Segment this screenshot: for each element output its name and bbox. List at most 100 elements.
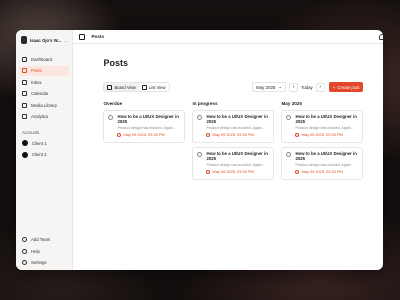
sidebar-item-label: Settings <box>31 260 47 266</box>
post-date: May 09 2025, 03:30 PM <box>206 169 269 174</box>
create-post-button[interactable]: + Create post <box>328 82 364 92</box>
checkbox-icon[interactable] <box>197 115 203 120</box>
gear-icon <box>22 260 27 266</box>
sidebar-item-calendar[interactable]: Calendar <box>19 89 69 100</box>
sidebar: Isaac Ojo's W... ⌄ Dashboard Posts Inbox… <box>16 30 74 270</box>
app-window: Isaac Ojo's W... ⌄ Dashboard Posts Inbox… <box>16 30 383 270</box>
sidebar-item-posts[interactable]: Posts <box>19 65 70 76</box>
post-card[interactable]: How to be a UI/UX Designer in 2025 Produ… <box>281 110 364 143</box>
post-date: May 09 2025, 03:30 PM <box>117 132 180 137</box>
post-description: Product design has evolved. Again... <box>117 126 176 131</box>
sidebar-item-label: Dashboard <box>31 56 53 62</box>
board-view-button[interactable]: Board View <box>104 83 139 91</box>
board-icon <box>107 84 113 90</box>
post-date: May 09 2025, 03:30 PM <box>295 169 358 174</box>
accounts-heading: Accounts <box>22 130 40 135</box>
post-description: Product design has evolved. Again... <box>206 126 265 131</box>
sidebar-item-label: Media Library <box>31 102 58 108</box>
sidebar-item-media-library[interactable]: Media Library <box>19 100 69 111</box>
sidebar-item-settings[interactable]: Settings <box>19 258 69 269</box>
sidebar-item-analytics[interactable]: Analytics <box>19 112 69 123</box>
sidebar-item-dashboard[interactable]: Dashboard <box>19 54 69 65</box>
image-icon <box>22 102 27 108</box>
workspace-name: Isaac Ojo's W... <box>30 37 62 43</box>
post-date-text: May 09 2025, 03:30 PM <box>123 132 165 138</box>
post-description: Product design has evolved. Again... <box>295 126 354 131</box>
post-title: How to be a UI/UX Designer in 2025 <box>206 151 268 162</box>
post-date: May 09 2025, 03:30 PM <box>295 132 358 137</box>
sidebar-nav: Dashboard Posts Inbox Calendar Media Lib… <box>19 54 70 123</box>
sidebar-item-label: Add Team <box>31 237 51 243</box>
list-icon <box>141 84 147 90</box>
checkbox-icon[interactable] <box>286 152 292 157</box>
post-card[interactable]: How to be a UI/UX Designer in 2025 Produ… <box>103 110 186 143</box>
create-post-label: Create post <box>337 84 360 90</box>
document-icon <box>22 68 27 74</box>
accounts-list: Client 1 Client 2 <box>19 138 69 160</box>
next-month-button[interactable]: › <box>315 82 325 92</box>
post-card[interactable]: How to be a UI/UX Designer in 2025 Produ… <box>281 147 364 180</box>
sidebar-item-help[interactable]: Help <box>19 246 69 257</box>
client-avatar-icon <box>22 151 28 158</box>
topbar: Posts <box>73 30 383 44</box>
grid-icon <box>22 56 27 62</box>
plus-icon <box>22 237 27 243</box>
sidebar-item-inbox[interactable]: Inbox <box>19 77 69 88</box>
workspace-switcher[interactable]: Isaac Ojo's W... ⌄ <box>19 34 69 46</box>
column-overdue: Overdue How to be a UI/UX Designer in 20… <box>103 101 186 184</box>
month-select[interactable]: May 2025 ⌄ <box>252 82 287 92</box>
board-view-label: Board View <box>114 84 136 90</box>
view-switcher: Board View List View <box>103 82 170 92</box>
prev-month-button[interactable]: ‹ <box>289 82 299 92</box>
post-card[interactable]: How to be a UI/UX Designer in 2025 Produ… <box>192 147 275 180</box>
page-content: Posts Board View List View May 2025 ⌄ ‹ T… <box>73 44 383 184</box>
list-view-button[interactable]: List View <box>139 83 169 91</box>
post-description: Product design has evolved. Again... <box>206 163 265 168</box>
post-title: How to be a UI/UX Designer in 2025 <box>206 114 268 125</box>
checkbox-icon[interactable] <box>197 152 203 157</box>
sidebar-item-add-team[interactable]: Add Team <box>19 235 69 246</box>
calendar-icon <box>22 91 27 97</box>
bell-icon[interactable] <box>379 33 383 40</box>
post-card[interactable]: How to be a UI/UX Designer in 2025 Produ… <box>192 110 275 143</box>
clock-icon <box>295 132 300 137</box>
post-title: How to be a UI/UX Designer in 2025 <box>295 114 357 125</box>
today-button[interactable]: Today <box>301 85 313 90</box>
plus-icon: + <box>332 84 336 90</box>
clock-icon <box>295 169 300 174</box>
page-title: Posts <box>103 58 128 68</box>
inbox-icon <box>22 79 27 85</box>
checkbox-icon[interactable] <box>286 115 292 120</box>
checkbox-icon[interactable] <box>108 115 114 120</box>
sidebar-item-label: Client 2 <box>32 152 47 158</box>
post-description: Product design has evolved. Again... <box>295 163 354 168</box>
month-label: May 2025 <box>256 84 276 90</box>
sidebar-item-client-2[interactable]: Client 2 <box>19 150 69 161</box>
sidebar-item-label: Inbox <box>31 79 42 85</box>
post-title: How to be a UI/UX Designer in 2025 <box>117 114 179 125</box>
list-view-label: List View <box>148 84 166 90</box>
post-date-text: May 09 2025, 03:30 PM <box>212 169 254 175</box>
sidebar-item-label: Calendar <box>31 91 49 97</box>
post-title: How to be a UI/UX Designer in 2025 <box>295 151 357 162</box>
chart-icon <box>22 114 27 120</box>
toolbar: Board View List View May 2025 ⌄ ‹ Today ›… <box>103 82 364 92</box>
help-icon <box>22 248 27 254</box>
sidebar-item-label: Help <box>31 248 40 254</box>
sidebar-toggle-icon[interactable] <box>79 33 86 40</box>
main-area: Posts Posts Board View List View May 202… <box>73 30 383 270</box>
clock-icon <box>117 132 122 137</box>
chevron-down-icon: ⌄ <box>64 37 68 43</box>
column-in-progress: In progress How to be a UI/UX Designer i… <box>192 101 275 184</box>
topbar-left: Posts <box>79 33 104 40</box>
board-columns: Overdue How to be a UI/UX Designer in 20… <box>103 101 364 184</box>
column-may-2025: May 2025 How to be a UI/UX Designer in 2… <box>281 101 364 184</box>
sidebar-item-client-1[interactable]: Client 1 <box>19 138 69 149</box>
post-date-text: May 09 2025, 03:30 PM <box>301 132 343 138</box>
post-date-text: May 09 2025, 03:30 PM <box>212 132 254 138</box>
breadcrumb: Posts <box>91 34 104 39</box>
column-title: In progress <box>192 101 218 106</box>
sidebar-bottom: Add Team Help Settings <box>19 235 69 269</box>
sidebar-item-label: Analytics <box>31 114 49 120</box>
clock-icon <box>206 132 211 137</box>
